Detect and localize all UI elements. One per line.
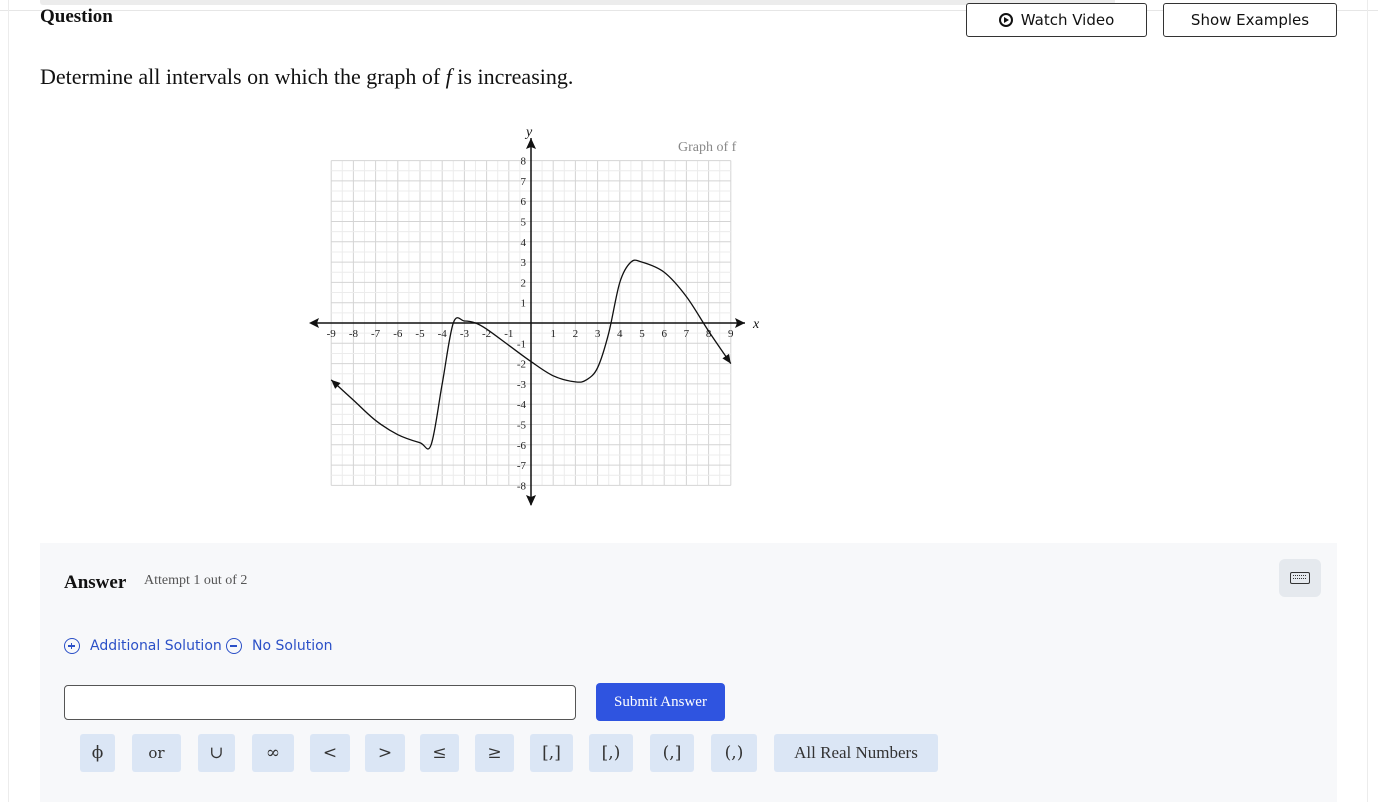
keyboard-toggle-button[interactable]: [1279, 559, 1321, 597]
y-tick-label: 3: [521, 257, 527, 269]
scrollbar-thumb[interactable]: [40, 0, 1115, 5]
minus-circle-icon: [226, 638, 242, 654]
y-tick-label: -1: [517, 338, 526, 350]
less-than-button[interactable]: <: [310, 734, 350, 772]
submit-answer-button[interactable]: Submit Answer: [596, 683, 725, 721]
half-open-left-interval-button[interactable]: (,]: [650, 734, 694, 772]
x-tick-label: -8: [349, 328, 359, 340]
curve-arrow-right: [722, 353, 731, 364]
less-equal-button[interactable]: ≤: [420, 734, 459, 772]
y-tick-label: -8: [517, 480, 527, 492]
x-tick-label: -7: [371, 328, 381, 340]
x-tick-label: -5: [415, 328, 425, 340]
show-examples-label: Show Examples: [1190, 11, 1310, 29]
y-tick-label: -5: [517, 420, 527, 432]
show-examples-button[interactable]: Show Examples: [1163, 3, 1337, 37]
question-prompt: Determine all intervals on which the gra…: [40, 64, 573, 90]
question-label: Question: [40, 6, 113, 27]
x-tick-label: -1: [504, 328, 513, 340]
answer-panel: Answer Attempt 1 out of 2 Additional Sol…: [40, 543, 1337, 802]
greater-than-button[interactable]: >: [365, 734, 405, 772]
y-tick-label: 8: [521, 156, 527, 168]
y-tick-label: 6: [521, 196, 527, 208]
no-solution-label: No Solution: [252, 638, 333, 654]
x-tick-label: 4: [617, 328, 623, 340]
or-button[interactable]: or: [132, 734, 181, 772]
half-open-right-interval-button[interactable]: [,): [589, 734, 633, 772]
open-interval-button[interactable]: (,): [711, 734, 757, 772]
plus-circle-icon: [64, 638, 80, 654]
closed-interval-button[interactable]: [,]: [530, 734, 573, 772]
play-circle-icon: [998, 13, 1013, 27]
union-button[interactable]: ∪: [198, 734, 235, 772]
prompt-text-end: is increasing.: [451, 64, 574, 89]
y-axis-label: y: [524, 125, 533, 140]
x-tick-label: 2: [573, 328, 579, 340]
no-solution-link[interactable]: No Solution: [226, 638, 333, 654]
y-tick-label: -2: [517, 359, 526, 371]
watch-video-button[interactable]: Watch Video: [966, 3, 1147, 37]
x-tick-label: 3: [595, 328, 601, 340]
x-tick-label: 9: [728, 328, 734, 340]
x-tick-label: -4: [438, 328, 448, 340]
y-tick-label: 1: [521, 298, 527, 310]
empty-set-button[interactable]: ϕ: [80, 734, 115, 772]
y-tick-label: -4: [517, 399, 527, 411]
answer-title: Answer: [64, 572, 127, 593]
y-tick-label: 5: [521, 217, 527, 229]
y-tick-label: -7: [517, 460, 527, 472]
graph-title: Graph of f: [678, 140, 737, 155]
watch-video-label: Watch Video: [1020, 11, 1115, 29]
y-tick-label: -3: [517, 379, 527, 391]
x-tick-label: 7: [684, 328, 690, 340]
additional-solution-label: Additional Solution: [90, 638, 222, 654]
function-graph: -9 -8 -7 -6 -5 -4 -3 -2 -1 1 2 3 4 5 6 7 8 987654321-1-2-…: [309, 125, 760, 506]
additional-solution-link[interactable]: Additional Solution: [64, 638, 222, 654]
x-tick-label: -6: [393, 328, 403, 340]
y-tick-label: 4: [521, 237, 527, 249]
x-tick-label: 5: [639, 328, 645, 340]
x-tick-label: -3: [460, 328, 470, 340]
greater-equal-button[interactable]: ≥: [475, 734, 514, 772]
infinity-button[interactable]: ∞: [252, 734, 294, 772]
x-tick-label: 6: [661, 328, 667, 340]
graph-axes: [309, 138, 745, 506]
x-tick-label: -9: [327, 328, 337, 340]
x-tick-label: 1: [550, 328, 556, 340]
keyboard-icon: [1290, 572, 1310, 584]
x-axis-label: x: [752, 317, 760, 332]
attempt-counter: Attempt 1 out of 2: [144, 573, 248, 588]
answer-input[interactable]: [64, 685, 576, 720]
y-tick-label: -6: [517, 440, 527, 452]
y-tick-label: 7: [521, 176, 527, 188]
all-real-numbers-button[interactable]: All Real Numbers: [774, 734, 938, 772]
y-tick-label: 2: [521, 277, 527, 289]
prompt-text-start: Determine all intervals on which the gra…: [40, 64, 446, 89]
